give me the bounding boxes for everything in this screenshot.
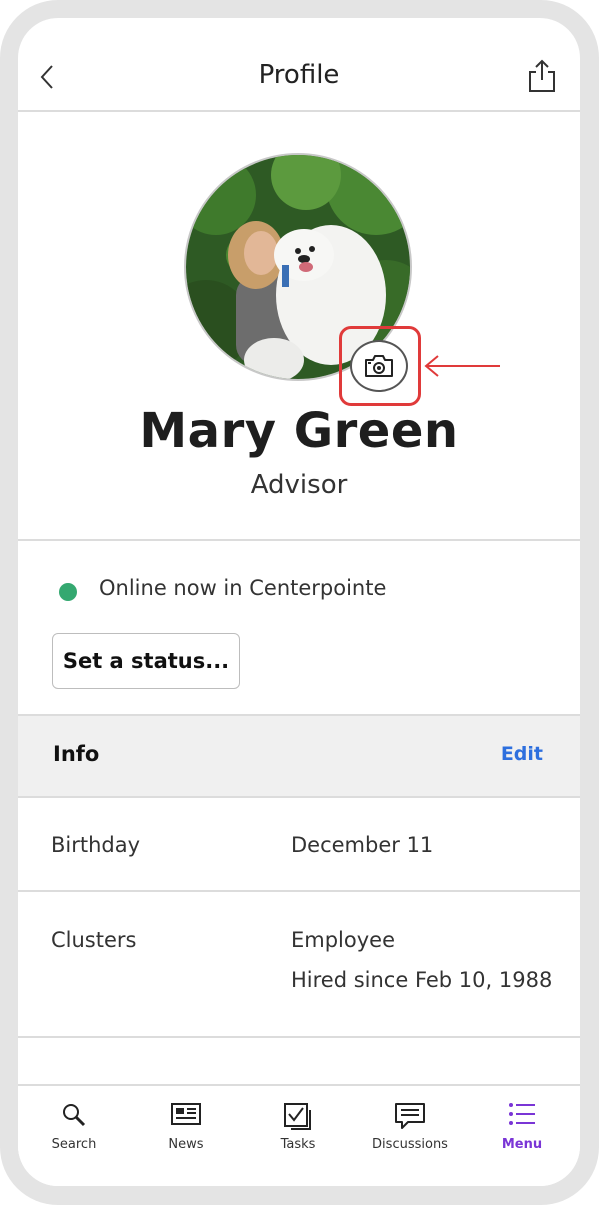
device-frame: Profile Mary Green Advisor Online now in…	[0, 0, 599, 1205]
tab-tasks[interactable]: Tasks	[242, 1086, 354, 1186]
info-section-header: Info Edit	[18, 714, 580, 798]
clusters-label: Clusters	[51, 928, 137, 952]
profile-role: Advisor	[250, 470, 348, 500]
menu-list-icon	[509, 1103, 535, 1125]
birthday-label: Birthday	[51, 833, 141, 857]
divider	[18, 539, 580, 541]
tab-search[interactable]: Search	[18, 1086, 130, 1186]
presence-text: Online now in Centerpointe	[99, 576, 387, 600]
info-title: Info	[53, 742, 100, 766]
discussions-icon	[395, 1103, 425, 1129]
annotation-arrow-icon	[424, 355, 500, 377]
tab-label: Menu	[501, 1137, 543, 1152]
tab-menu[interactable]: Menu	[466, 1086, 578, 1186]
tab-label: Tasks	[280, 1137, 316, 1152]
tab-discussions[interactable]: Discussions	[354, 1086, 466, 1186]
tab-label: News	[168, 1137, 204, 1152]
clusters-value-hired: Hired since Feb 10, 1988	[291, 968, 553, 992]
divider	[18, 890, 580, 892]
bottom-tab-bar: Search News Tasks Discussions Menu	[18, 1084, 580, 1186]
birthday-value: December 11	[291, 833, 434, 857]
edit-info-link[interactable]: Edit	[501, 743, 543, 765]
profile-name: Mary Green	[139, 403, 459, 459]
tasks-icon	[284, 1103, 311, 1130]
tab-label: Search	[51, 1137, 97, 1152]
set-status-button[interactable]: Set a status...	[52, 633, 240, 689]
search-icon	[63, 1104, 86, 1127]
top-bar: Profile	[18, 18, 580, 112]
divider	[18, 1036, 580, 1038]
online-status-dot	[59, 583, 77, 601]
camera-icon	[365, 355, 393, 377]
news-icon	[171, 1103, 201, 1125]
app-screen: Profile Mary Green Advisor Online now in…	[18, 18, 580, 1186]
share-icon[interactable]	[528, 58, 556, 94]
tab-news[interactable]: News	[130, 1086, 242, 1186]
change-photo-button[interactable]	[350, 340, 408, 392]
tab-label: Discussions	[372, 1137, 448, 1152]
clusters-value-employee: Employee	[291, 928, 396, 952]
page-title: Profile	[258, 60, 340, 90]
